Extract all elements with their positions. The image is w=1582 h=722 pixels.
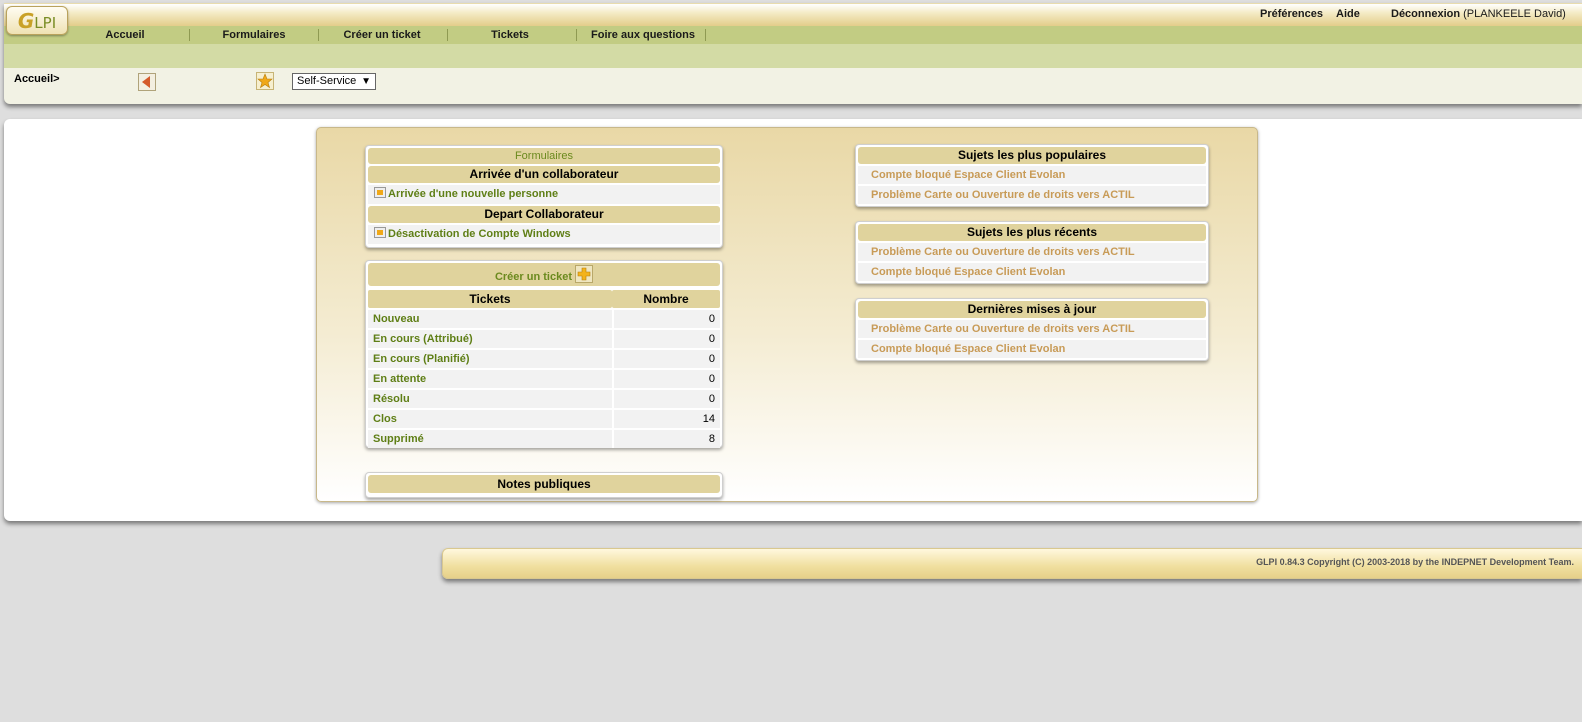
profile-select[interactable]: Self-Service ▼: [292, 73, 376, 90]
logout-label: Déconnexion: [1391, 8, 1461, 20]
ticket-count: 0: [612, 390, 720, 408]
central-panel: Formulaires Arrivée d'un collaborateur A…: [316, 127, 1258, 502]
recent-topics-panel: Sujets les plus récents Problème Carte o…: [855, 221, 1209, 284]
faq-link[interactable]: Compte bloqué Espace Client Evolan: [871, 169, 1065, 181]
copyright-text[interactable]: GLPI 0.84.3 Copyright (C) 2003-2018 by t…: [1256, 557, 1574, 567]
table-row: En attente 0: [368, 370, 720, 388]
user-name: (PLANKEELE David): [1463, 8, 1566, 20]
create-ticket-header: Créer un ticket: [368, 263, 720, 286]
form-icon: [374, 186, 386, 198]
tickets-panel: Créer un ticket Tickets Nombre Nouveau 0 …: [365, 260, 723, 448]
table-row: Supprimé 8: [368, 430, 720, 448]
public-notes-panel: Notes publiques: [365, 472, 723, 498]
menu-faq[interactable]: Foire aux questions: [586, 26, 700, 44]
faq-link[interactable]: Problème Carte ou Ouverture de droits ve…: [871, 246, 1135, 258]
faq-item[interactable]: Compte bloqué Espace Client Evolan: [858, 340, 1206, 358]
logo-text: GLPI: [18, 9, 56, 33]
ticket-status-link[interactable]: Résolu: [373, 393, 410, 405]
faq-item[interactable]: Problème Carte ou Ouverture de droits ve…: [858, 243, 1206, 261]
menu-formulaires[interactable]: Formulaires: [214, 26, 294, 44]
ticket-status-link[interactable]: En attente: [373, 373, 426, 385]
public-notes-title: Notes publiques: [368, 475, 720, 493]
tickets-column-header: Tickets: [368, 290, 612, 308]
menu-separator: [705, 29, 706, 41]
menu-separator: [576, 29, 577, 41]
menu-accueil[interactable]: Accueil: [96, 26, 154, 44]
back-arrow-icon[interactable]: [138, 73, 156, 94]
faq-link[interactable]: Problème Carte ou Ouverture de droits ve…: [871, 323, 1135, 335]
page-content: Formulaires Arrivée d'un collaborateur A…: [4, 119, 1582, 521]
form-icon: [374, 226, 386, 238]
footer: GLPI 0.84.3 Copyright (C) 2003-2018 by t…: [442, 548, 1582, 579]
bookmark-star-icon[interactable]: [256, 72, 274, 93]
menu-tickets[interactable]: Tickets: [480, 26, 540, 44]
header: GLPI Préférences Aide Déconnexion (PLANK…: [4, 3, 1582, 104]
faq-link[interactable]: Compte bloqué Espace Client Evolan: [871, 266, 1065, 278]
count-column-header: Nombre: [612, 290, 720, 308]
ticket-count: 14: [612, 410, 720, 428]
faq-item[interactable]: Compte bloqué Espace Client Evolan: [858, 166, 1206, 184]
faq-item[interactable]: Compte bloqué Espace Client Evolan: [858, 263, 1206, 281]
ticket-count: 0: [612, 310, 720, 328]
breadcrumb[interactable]: Accueil>: [14, 73, 60, 85]
ticket-count: 0: [612, 370, 720, 388]
faq-link[interactable]: Compte bloqué Espace Client Evolan: [871, 343, 1065, 355]
dropdown-arrow-icon: ▼: [361, 76, 371, 87]
form-item[interactable]: Arrivée d'une nouvelle personne: [368, 185, 720, 204]
category-header: Arrivée d'un collaborateur: [368, 166, 720, 183]
ticket-status-link[interactable]: Clos: [373, 413, 397, 425]
popular-topics-panel: Sujets les plus populaires Compte bloqué…: [855, 144, 1209, 207]
ticket-count: 0: [612, 350, 720, 368]
faq-item[interactable]: Problème Carte ou Ouverture de droits ve…: [858, 320, 1206, 338]
logo-g-letter: G: [17, 8, 35, 33]
table-row: En cours (Planifié) 0: [368, 350, 720, 368]
help-link[interactable]: Aide: [1336, 8, 1360, 20]
logo-rest: LPI: [34, 13, 57, 32]
ticket-status-link[interactable]: Nouveau: [373, 313, 419, 325]
form-link[interactable]: Arrivée d'une nouvelle personne: [388, 188, 558, 200]
latest-updates-panel: Dernières mises à jour Problème Carte ou…: [855, 298, 1209, 361]
tickets-table: Tickets Nombre Nouveau 0 En cours (Attrib…: [368, 288, 720, 450]
add-plus-icon[interactable]: [575, 265, 594, 284]
menu-separator: [318, 29, 319, 41]
table-row: Clos 14: [368, 410, 720, 428]
profile-select-value: Self-Service: [297, 75, 357, 87]
ticket-count: 8: [612, 430, 720, 448]
form-link[interactable]: Désactivation de Compte Windows: [388, 228, 571, 240]
ticket-status-link[interactable]: En cours (Attribué): [373, 333, 473, 345]
menu-separator: [447, 29, 448, 41]
table-row: Nouveau 0: [368, 310, 720, 328]
table-row: En cours (Attribué) 0: [368, 330, 720, 348]
category-header: Depart Collaborateur: [368, 206, 720, 223]
create-ticket-link[interactable]: Créer un ticket: [495, 271, 572, 283]
ticket-status-link[interactable]: Supprimé: [373, 433, 424, 445]
form-item[interactable]: Désactivation de Compte Windows: [368, 225, 720, 244]
logout-link[interactable]: Déconnexion (PLANKEELE David): [1391, 8, 1566, 20]
table-row: Résolu 0: [368, 390, 720, 408]
latest-updates-title: Dernières mises à jour: [858, 301, 1206, 318]
glpi-logo[interactable]: GLPI: [6, 6, 68, 35]
sub-menu-bar: [4, 44, 1582, 68]
forms-title[interactable]: Formulaires: [368, 148, 720, 164]
popular-topics-title: Sujets les plus populaires: [858, 147, 1206, 164]
ticket-count: 0: [612, 330, 720, 348]
forms-panel: Formulaires Arrivée d'un collaborateur A…: [365, 145, 723, 248]
recent-topics-title: Sujets les plus récents: [858, 224, 1206, 241]
ticket-status-link[interactable]: En cours (Planifié): [373, 353, 470, 365]
menu-creer-ticket[interactable]: Créer un ticket: [336, 26, 428, 44]
preferences-link[interactable]: Préférences: [1260, 8, 1323, 20]
menu-separator: [189, 29, 190, 41]
faq-link[interactable]: Problème Carte ou Ouverture de droits ve…: [871, 189, 1135, 201]
faq-item[interactable]: Problème Carte ou Ouverture de droits ve…: [858, 186, 1206, 204]
